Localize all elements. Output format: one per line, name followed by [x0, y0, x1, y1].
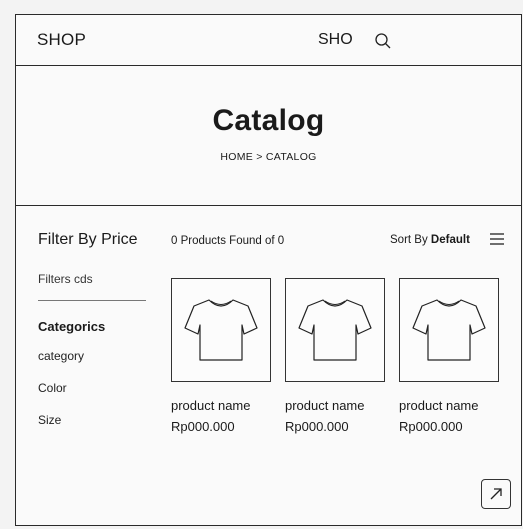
scroll-top-button[interactable]: [481, 479, 511, 509]
top-header: SHOP SHO: [16, 15, 521, 66]
page-title: Catalog: [212, 104, 325, 137]
sort-control[interactable]: Sort By Default: [390, 234, 470, 246]
sidebar-item-category[interactable]: category: [38, 349, 84, 363]
tshirt-icon: [412, 299, 486, 361]
product-price: Rp000.000: [285, 419, 349, 434]
product-price: Rp000.000: [171, 419, 235, 434]
sidebar-item-size[interactable]: Size: [38, 413, 61, 427]
arrow-up-right-icon: [490, 488, 502, 500]
sidebar-divider: [38, 300, 146, 301]
filter-by-price-title: Filter By Price: [38, 231, 138, 248]
page-frame: SHOP SHO Catalog HOME > CATALOG Filter B…: [15, 14, 522, 526]
product-image[interactable]: [399, 278, 499, 382]
product-name[interactable]: product name: [285, 398, 385, 413]
sort-value[interactable]: Default: [431, 234, 470, 246]
sidebar-item-color[interactable]: Color: [38, 381, 67, 395]
product-name[interactable]: product name: [171, 398, 271, 413]
product-price: Rp000.000: [399, 419, 463, 434]
product-card[interactable]: product name Rp000.000: [171, 278, 271, 434]
product-name[interactable]: product name: [399, 398, 499, 413]
product-image[interactable]: [285, 278, 385, 382]
filters-text[interactable]: Filters cds: [38, 272, 93, 286]
breadcrumb[interactable]: HOME > CATALOG: [16, 151, 521, 163]
categories-title: Categorics: [38, 319, 106, 334]
sort-label: Sort By: [390, 234, 428, 246]
brand-logo[interactable]: SHOP: [37, 30, 86, 50]
product-image[interactable]: [171, 278, 271, 382]
tshirt-icon: [298, 299, 372, 361]
menu-icon[interactable]: [490, 233, 504, 245]
search-icon[interactable]: [374, 32, 392, 50]
product-card[interactable]: product name Rp000.000: [399, 278, 499, 434]
nav-link[interactable]: SHO: [318, 31, 353, 49]
product-card[interactable]: product name Rp000.000: [285, 278, 385, 434]
tshirt-icon: [184, 299, 258, 361]
products-found-count: 0 Products Found of 0: [171, 235, 285, 247]
hero-banner: Catalog HOME > CATALOG: [16, 66, 521, 206]
